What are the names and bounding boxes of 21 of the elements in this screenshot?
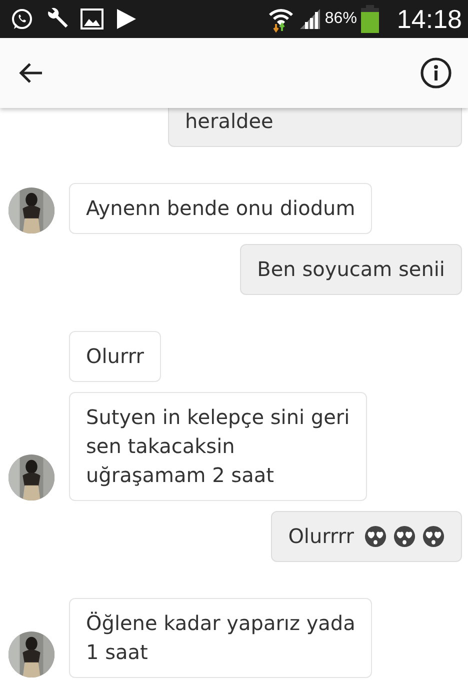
play-icon	[114, 7, 138, 31]
image-icon	[80, 8, 104, 30]
message-text: Sutyen in kelepçe sini geri	[86, 404, 350, 431]
message-text: Olurrr	[86, 343, 144, 370]
whatsapp-icon	[10, 7, 34, 31]
heart-eyes-emoji-icon	[364, 525, 387, 548]
message-text: uğraşamam 2 saat	[86, 462, 274, 489]
heart-eyes-emoji-icon	[422, 525, 445, 548]
message-text: 1 saat	[86, 639, 148, 666]
message-text: sen takacaksin	[86, 433, 235, 460]
heart-eyes-emoji-icon	[393, 525, 416, 548]
signal-icon	[298, 8, 321, 30]
message-text: Olurrrr	[288, 523, 354, 550]
message-text: Aynenn bende onu diodum	[86, 195, 356, 222]
message-text: Ben soyucam senii	[257, 256, 445, 283]
info-icon[interactable]	[418, 55, 454, 91]
battery-percent: 86%	[324, 10, 357, 28]
message-text: Öğlene kadar yaparız yada	[86, 610, 356, 637]
clock: 14:18	[396, 4, 462, 34]
message-text: heraldee	[185, 108, 274, 135]
battery-icon	[360, 5, 379, 33]
